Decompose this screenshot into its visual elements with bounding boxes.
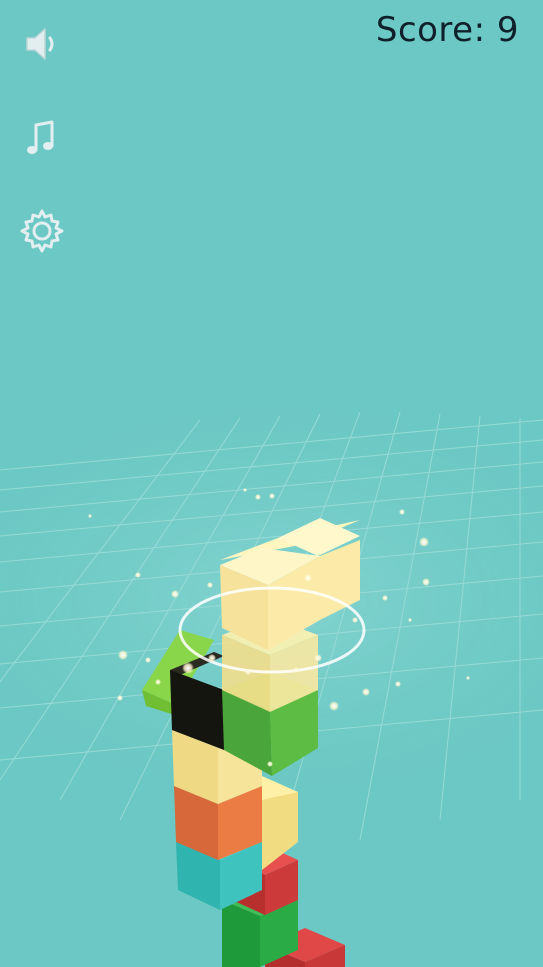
speaker-icon [26,28,54,60]
sound-toggle-button[interactable] [14,16,70,72]
score-label: Score: [375,10,486,50]
score-value: 9 [496,10,519,50]
settings-button[interactable] [14,203,70,259]
gear-icon [20,209,64,253]
music-note-icon [27,120,54,154]
music-toggle-button[interactable] [14,110,70,166]
score-display: Score: 9 [376,10,519,50]
game-scene[interactable] [0,0,543,967]
